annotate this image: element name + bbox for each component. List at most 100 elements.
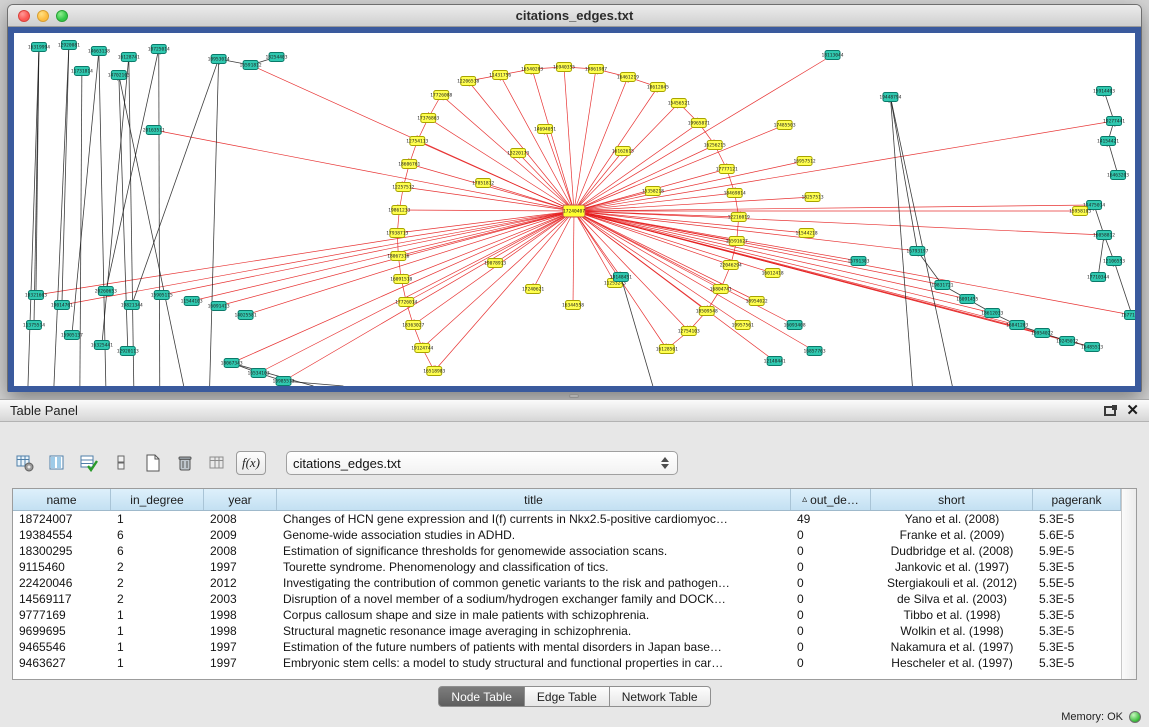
window-titlebar[interactable]: citations_edges.txt [8, 5, 1141, 27]
network-node[interactable]: 17240621 [522, 285, 544, 294]
new-file-icon[interactable] [140, 450, 166, 476]
network-node[interactable]: 11544103 [181, 297, 203, 306]
network-node[interactable]: 18954022 [746, 297, 768, 306]
network-node[interactable]: 18363027 [402, 321, 424, 330]
network-node[interactable]: 17710344 [1087, 273, 1109, 282]
network-node[interactable]: 18257513 [802, 193, 824, 202]
network-node[interactable]: 18067343 [221, 359, 243, 368]
delete-icon[interactable] [172, 450, 198, 476]
network-node[interactable]: 16256215 [704, 141, 726, 150]
network-node[interactable]: 12106553 [1103, 257, 1125, 266]
network-node[interactable]: 14694051 [534, 125, 556, 134]
network-node[interactable]: 10725014 [148, 45, 170, 54]
minimize-window-button[interactable] [37, 10, 49, 22]
network-node[interactable]: 19245012 [1056, 337, 1078, 346]
network-node[interactable]: 10953014 [208, 55, 230, 64]
network-node[interactable]: 11731814 [71, 67, 93, 76]
network-node[interactable]: 15958103 [1069, 207, 1091, 216]
network-node[interactable]: 16091518 [390, 275, 412, 284]
network-node[interactable]: 20260653 [95, 287, 117, 296]
merge-rows-icon[interactable] [108, 450, 134, 476]
network-node[interactable]: 16841203 [1006, 321, 1028, 330]
network-node[interactable]: 19078913 [484, 259, 506, 268]
network-node[interactable]: 16162615 [612, 147, 634, 156]
table-select-dropdown[interactable]: citations_edges.txt [286, 451, 678, 475]
network-node[interactable]: 17485503 [774, 121, 796, 130]
network-node[interactable]: 16325441 [91, 341, 113, 350]
network-node[interactable]: 17777121 [716, 165, 738, 174]
network-node[interactable]: 16791303 [847, 257, 869, 266]
table-row[interactable]: 2242004622012Investigating the contribut… [13, 575, 1121, 591]
network-node[interactable]: 13220173 [507, 149, 529, 158]
column-header-pagerank[interactable]: pagerank [1033, 489, 1121, 510]
network-node[interactable]: 16093408 [784, 321, 806, 330]
network-node[interactable]: 16012418 [762, 269, 784, 278]
network-node[interactable]: 12920113 [117, 347, 139, 356]
network-node[interactable]: 15905137 [61, 331, 83, 340]
network-node[interactable]: 16091455 [956, 295, 978, 304]
network-node[interactable]: 11544218 [796, 229, 818, 238]
table-row[interactable]: 946362711997Embryonic stem cells: a mode… [13, 655, 1121, 671]
column-header-title[interactable]: title [277, 489, 791, 510]
network-node[interactable]: 18113044 [822, 51, 844, 60]
network-node[interactable]: 14154421 [1097, 137, 1119, 146]
network-node[interactable]: 19957561 [732, 321, 754, 330]
close-window-button[interactable] [18, 10, 30, 22]
network-node[interactable]: 16591812 [240, 61, 262, 70]
network-node[interactable]: 22046294 [720, 261, 742, 270]
network-node[interactable]: 12754113 [406, 137, 428, 146]
network-node[interactable]: 18612045 [647, 83, 669, 92]
network-node[interactable]: 16591627 [726, 237, 748, 246]
network-node[interactable]: 15914403 [1093, 87, 1115, 96]
network-node[interactable]: 16058812 [1093, 231, 1115, 240]
network-canvas[interactable]: 1724040717726088173768631275411318606761… [14, 33, 1135, 386]
column-header-in_degree[interactable]: in_degree [111, 489, 204, 510]
table-row[interactable]: 911546021997Tourette syndrome. Phenomeno… [13, 559, 1121, 575]
network-node[interactable]: 16518983 [423, 367, 445, 376]
network-node[interactable]: 10985513 [272, 377, 294, 386]
network-node[interactable]: 18612033 [981, 309, 1003, 318]
import-table-icon[interactable] [204, 450, 230, 476]
network-node[interactable]: 16091413 [208, 302, 230, 311]
network-node[interactable]: 16771403 [1121, 311, 1135, 320]
network-node[interactable]: 14702103 [108, 71, 130, 80]
network-node[interactable]: 16804741 [710, 285, 732, 294]
table-settings-icon[interactable] [12, 450, 38, 476]
network-node[interactable]: 16534103 [248, 369, 270, 378]
network-node[interactable]: 19277441 [1103, 117, 1125, 126]
column-header-name[interactable]: name [13, 489, 111, 510]
column-header-year[interactable]: year [204, 489, 277, 510]
network-node[interactable]: 12920081 [58, 41, 80, 50]
network-node[interactable]: 19014761 [51, 301, 73, 310]
tab-network-table[interactable]: Network Table [610, 686, 711, 707]
column-header-short[interactable]: short [871, 489, 1033, 510]
network-node[interactable]: 19148451 [610, 273, 632, 282]
network-node[interactable]: 18254403 [266, 53, 288, 62]
network-node[interactable]: 14663138 [88, 47, 110, 56]
network-node[interactable]: 19965871 [688, 119, 710, 128]
network-node[interactable]: 16319994 [28, 43, 50, 52]
network-node[interactable]: 16857763 [804, 347, 826, 356]
network-node[interactable]: 17938713 [386, 229, 408, 238]
network-node[interactable]: 15456521 [668, 99, 690, 108]
network-node[interactable]: 10321663 [25, 291, 47, 300]
network-node[interactable]: 16461219 [617, 73, 639, 82]
network-node[interactable]: 15905115 [151, 291, 173, 300]
network-node[interactable]: 19448794 [879, 93, 901, 102]
function-builder-button[interactable]: f(x) [236, 451, 266, 475]
float-panel-icon[interactable] [1104, 406, 1116, 416]
network-node[interactable]: 16540203 [521, 65, 543, 74]
table-vertical-scrollbar[interactable] [1121, 489, 1136, 679]
table-row[interactable]: 1872400712008Changes of HCN gene express… [13, 511, 1121, 527]
network-node[interactable]: 16485513 [1081, 343, 1103, 352]
table-row[interactable]: 1938455462009Genome-wide association stu… [13, 527, 1121, 543]
network-node[interactable]: 20163511 [143, 126, 165, 135]
network-node[interactable]: 19861233 [388, 206, 410, 215]
network-node[interactable]: 16128741 [118, 53, 140, 62]
network-node[interactable]: 11375514 [23, 321, 45, 330]
network-node[interactable]: 12216019 [728, 213, 750, 222]
table-row[interactable]: 977716911998Corpus callosum shape and si… [13, 607, 1121, 623]
network-node[interactable]: 12206538 [457, 77, 479, 86]
network-node[interactable]: 11431756 [489, 71, 511, 80]
network-node[interactable]: 12754103 [678, 327, 700, 336]
